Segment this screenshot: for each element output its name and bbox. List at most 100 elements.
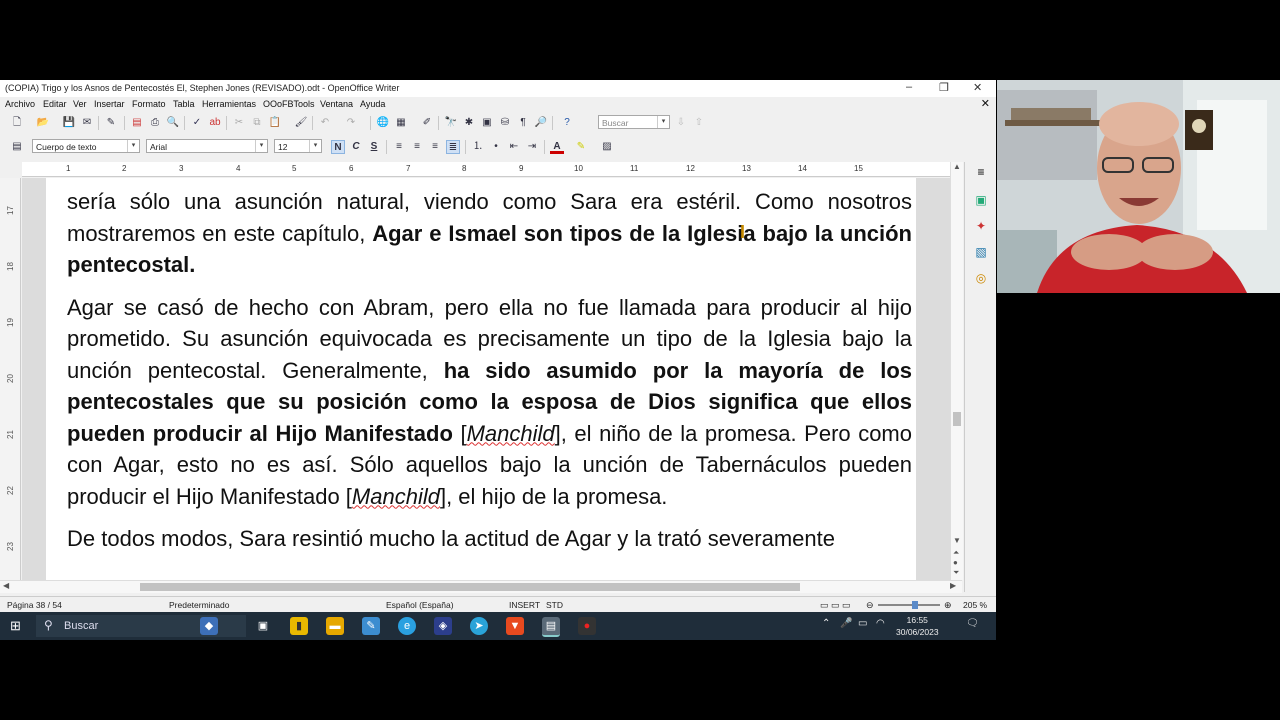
- close-button[interactable]: ✕: [973, 81, 982, 94]
- recorder-icon[interactable]: ●: [578, 617, 596, 635]
- wifi-icon[interactable]: ◠: [876, 618, 885, 629]
- page-style[interactable]: Predeterminado: [169, 600, 229, 610]
- paste-icon[interactable]: 📋: [268, 116, 282, 130]
- hyperlink-icon[interactable]: 🌐: [376, 116, 390, 130]
- clock[interactable]: 16:55 30/06/2023: [896, 614, 939, 638]
- tray-chevron-icon[interactable]: ⌃: [822, 618, 830, 629]
- help-icon[interactable]: ?: [560, 116, 574, 130]
- menu-archivo[interactable]: Archivo: [5, 99, 35, 109]
- table-icon[interactable]: ▦: [394, 116, 408, 130]
- menu-ver[interactable]: Ver: [73, 99, 87, 109]
- previous-page-icon[interactable]: ⏶: [953, 548, 959, 558]
- chevron-left-icon[interactable]: ◀: [3, 581, 9, 590]
- edge-icon[interactable]: e: [398, 617, 416, 635]
- redo-icon[interactable]: ↷: [344, 116, 358, 130]
- decrease-indent-icon[interactable]: ⇤: [507, 140, 521, 154]
- windows-start-icon[interactable]: ⊞: [10, 619, 24, 633]
- edit-mode-icon[interactable]: ✎: [104, 116, 118, 130]
- menu-icon[interactable]: ≡: [973, 164, 989, 180]
- export-pdf-icon[interactable]: ▤: [130, 116, 144, 130]
- menu-ventana[interactable]: Ventana: [320, 99, 353, 109]
- chevron-up-icon[interactable]: ▲: [953, 162, 961, 171]
- gallery-icon[interactable]: ▧: [973, 244, 989, 260]
- paragraph-style-select[interactable]: Cuerpo de texto ▾: [32, 139, 140, 153]
- data-sources-icon[interactable]: ⛁: [498, 116, 512, 130]
- menu-insertar[interactable]: Insertar: [94, 99, 125, 109]
- font-name-select[interactable]: Arial ▾: [146, 139, 268, 153]
- menu-tabla[interactable]: Tabla: [173, 99, 195, 109]
- next-page-icon[interactable]: ⏷: [953, 568, 959, 578]
- menu-ayuda[interactable]: Ayuda: [360, 99, 385, 109]
- menu-editar[interactable]: Editar: [43, 99, 67, 109]
- print-preview-icon[interactable]: 🔍: [166, 116, 180, 130]
- paragraph[interactable]: sería sólo una asunción natural, viendo …: [67, 186, 912, 281]
- italic-button[interactable]: C: [349, 140, 363, 154]
- new-document-icon[interactable]: 🗋: [10, 116, 24, 130]
- menu-formato[interactable]: Formato: [132, 99, 166, 109]
- view-layout-icons[interactable]: ▭ ▭ ▭: [820, 600, 851, 611]
- search-input[interactable]: Buscar ▾: [598, 115, 670, 129]
- bold-button[interactable]: N: [331, 140, 345, 154]
- chevron-right-icon[interactable]: ▶: [950, 581, 956, 590]
- menu-ooofbtools[interactable]: OOoFBTools: [263, 99, 315, 109]
- page-count[interactable]: Página 38 / 54: [7, 600, 62, 610]
- styles-formatting-icon[interactable]: ✦: [973, 218, 989, 234]
- zoom-in-icon[interactable]: ⊕: [944, 600, 952, 611]
- align-center-icon[interactable]: ≡: [410, 140, 424, 154]
- highlighting-icon[interactable]: ✎: [574, 140, 588, 154]
- notifications-icon[interactable]: 🗨: [966, 618, 979, 629]
- justify-icon[interactable]: ≣: [446, 140, 460, 154]
- zoom-level[interactable]: 205 %: [963, 600, 987, 610]
- nonprinting-chars-icon[interactable]: ¶: [516, 116, 530, 130]
- writer-taskbar-icon[interactable]: ▤: [542, 617, 560, 637]
- scrollbar-thumb[interactable]: [953, 412, 961, 426]
- open-folder-icon[interactable]: 📂: [36, 116, 50, 130]
- gallery-icon[interactable]: ▣: [480, 116, 494, 130]
- numbering-icon[interactable]: ⒈: [471, 140, 485, 154]
- underline-button[interactable]: S: [367, 140, 381, 154]
- autospellcheck-icon[interactable]: ab: [208, 116, 222, 130]
- menu-herramientas[interactable]: Herramientas: [202, 99, 256, 109]
- find-replace-icon[interactable]: 🔭: [444, 116, 458, 130]
- file-explorer-icon[interactable]: ▬: [326, 617, 344, 635]
- copy-icon[interactable]: ⧉: [250, 116, 264, 130]
- chevron-down-icon[interactable]: ▾: [657, 116, 669, 128]
- align-left-icon[interactable]: ≡: [392, 140, 406, 154]
- bullets-icon[interactable]: •: [489, 140, 503, 154]
- print-icon[interactable]: ⎙: [148, 116, 162, 130]
- chevron-down-icon[interactable]: ▼: [953, 536, 961, 545]
- find-next-icon[interactable]: ⇩: [674, 116, 688, 130]
- increase-indent-icon[interactable]: ⇥: [525, 140, 539, 154]
- background-color-icon[interactable]: ▨: [600, 140, 614, 154]
- app-icon[interactable]: ✎: [362, 617, 380, 635]
- minimize-button[interactable]: –: [906, 81, 912, 93]
- chevron-down-icon[interactable]: ▾: [255, 140, 267, 152]
- font-size-select[interactable]: 12 ▾: [274, 139, 322, 153]
- zoom-slider[interactable]: [878, 604, 940, 606]
- microphone-icon[interactable]: 🎤: [840, 618, 852, 629]
- selection-mode[interactable]: STD: [546, 600, 563, 610]
- navigator-icon[interactable]: ◎: [973, 270, 989, 286]
- document-area[interactable]: sería sólo una asunción natural, viendo …: [22, 178, 950, 580]
- brave-icon[interactable]: ▼: [506, 617, 524, 635]
- scrollbar-thumb[interactable]: [140, 583, 800, 591]
- zoom-out-icon[interactable]: ⊖: [866, 600, 874, 611]
- font-color-icon[interactable]: A: [550, 140, 564, 154]
- paragraph[interactable]: Agar se casó de hecho con Abram, pero el…: [67, 292, 912, 513]
- properties-icon[interactable]: ▣: [973, 192, 989, 208]
- navigator-icon[interactable]: ✱: [462, 116, 476, 130]
- navigation-icon[interactable]: ●: [953, 558, 958, 567]
- app-icon[interactable]: ◈: [434, 617, 452, 635]
- save-icon[interactable]: 💾: [62, 116, 76, 130]
- document-text[interactable]: sería sólo una asunción natural, viendo …: [67, 186, 912, 566]
- align-right-icon[interactable]: ≡: [428, 140, 442, 154]
- telegram-icon[interactable]: ➤: [470, 617, 488, 635]
- email-icon[interactable]: ✉: [80, 116, 94, 130]
- cut-icon[interactable]: ✂: [232, 116, 246, 130]
- document-page[interactable]: sería sólo una asunción natural, viendo …: [46, 178, 916, 580]
- spellcheck-icon[interactable]: ✓: [190, 116, 204, 130]
- zoom-slider-thumb[interactable]: [912, 601, 919, 609]
- language-status[interactable]: Español (España): [386, 600, 454, 610]
- battery-icon[interactable]: ▭: [858, 618, 867, 629]
- chevron-down-icon[interactable]: ▾: [127, 140, 139, 152]
